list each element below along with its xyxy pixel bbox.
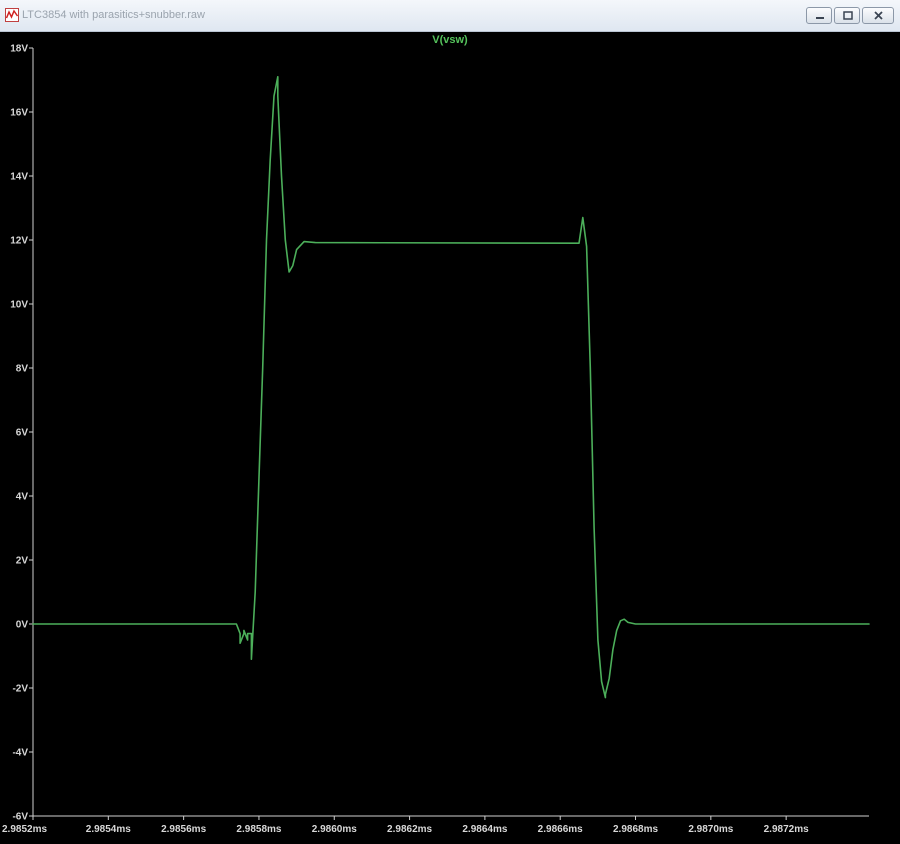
title-bar[interactable]: LTC3854 with parasitics+snubber.raw	[0, 0, 900, 32]
trace-title[interactable]: V(vsw)	[432, 34, 468, 46]
waveform-viewer-window: LTC3854 with parasitics+snubber.raw V(vs…	[0, 0, 900, 844]
series-line-vsw	[32, 75, 870, 699]
plot-area[interactable]: V(vsw) 18V 16V 14V 12V 10V 8V 6V 4V 2V 0V -2V -4V -6…	[0, 32, 900, 844]
x-axis: 2.9852ms 2.9854ms 2.9856ms 2.9858ms 2.9860ms…	[2, 816, 809, 835]
y-axis: 18V 16V 14V 12V 10V 8V 6V 4V 2V 0V -2V -4V -6V	[10, 44, 33, 823]
waveform-icon	[5, 8, 19, 22]
series-layer	[32, 75, 870, 699]
x-tick-label: 2.9862ms	[387, 824, 432, 835]
maximize-button[interactable]	[834, 7, 860, 24]
maximize-icon	[843, 11, 853, 20]
x-tick-label: 2.9868ms	[613, 824, 658, 835]
minimize-button[interactable]	[806, 7, 832, 24]
y-tick-label: 18V	[10, 44, 28, 55]
x-tick-label: 2.9854ms	[86, 824, 131, 835]
y-tick-label: -6V	[12, 812, 28, 823]
y-tick-label: 6V	[16, 428, 29, 439]
x-tick-label: 2.9866ms	[538, 824, 583, 835]
y-tick-label: 8V	[16, 364, 29, 375]
x-tick-label: 2.9860ms	[312, 824, 357, 835]
close-button[interactable]	[862, 7, 894, 24]
minimize-icon	[816, 17, 824, 19]
x-tick-label: 2.9852ms	[2, 824, 47, 835]
x-tick-label: 2.9856ms	[161, 824, 206, 835]
y-tick-label: 4V	[16, 492, 29, 503]
y-tick-label: -4V	[12, 748, 28, 759]
x-tick-label: 2.9858ms	[236, 824, 281, 835]
y-tick-label: 10V	[10, 300, 28, 311]
x-tick-label: 2.9872ms	[764, 824, 809, 835]
window-title: LTC3854 with parasitics+snubber.raw	[22, 9, 205, 21]
x-tick-label: 2.9870ms	[688, 824, 733, 835]
y-tick-label: 2V	[16, 556, 29, 567]
y-tick-label: 14V	[10, 172, 28, 183]
y-tick-label: 16V	[10, 108, 28, 119]
y-tick-label: 12V	[10, 236, 28, 247]
y-tick-label: -2V	[12, 684, 28, 695]
x-tick-label: 2.9864ms	[462, 824, 507, 835]
close-icon	[874, 11, 883, 20]
y-tick-label: 0V	[16, 620, 29, 631]
